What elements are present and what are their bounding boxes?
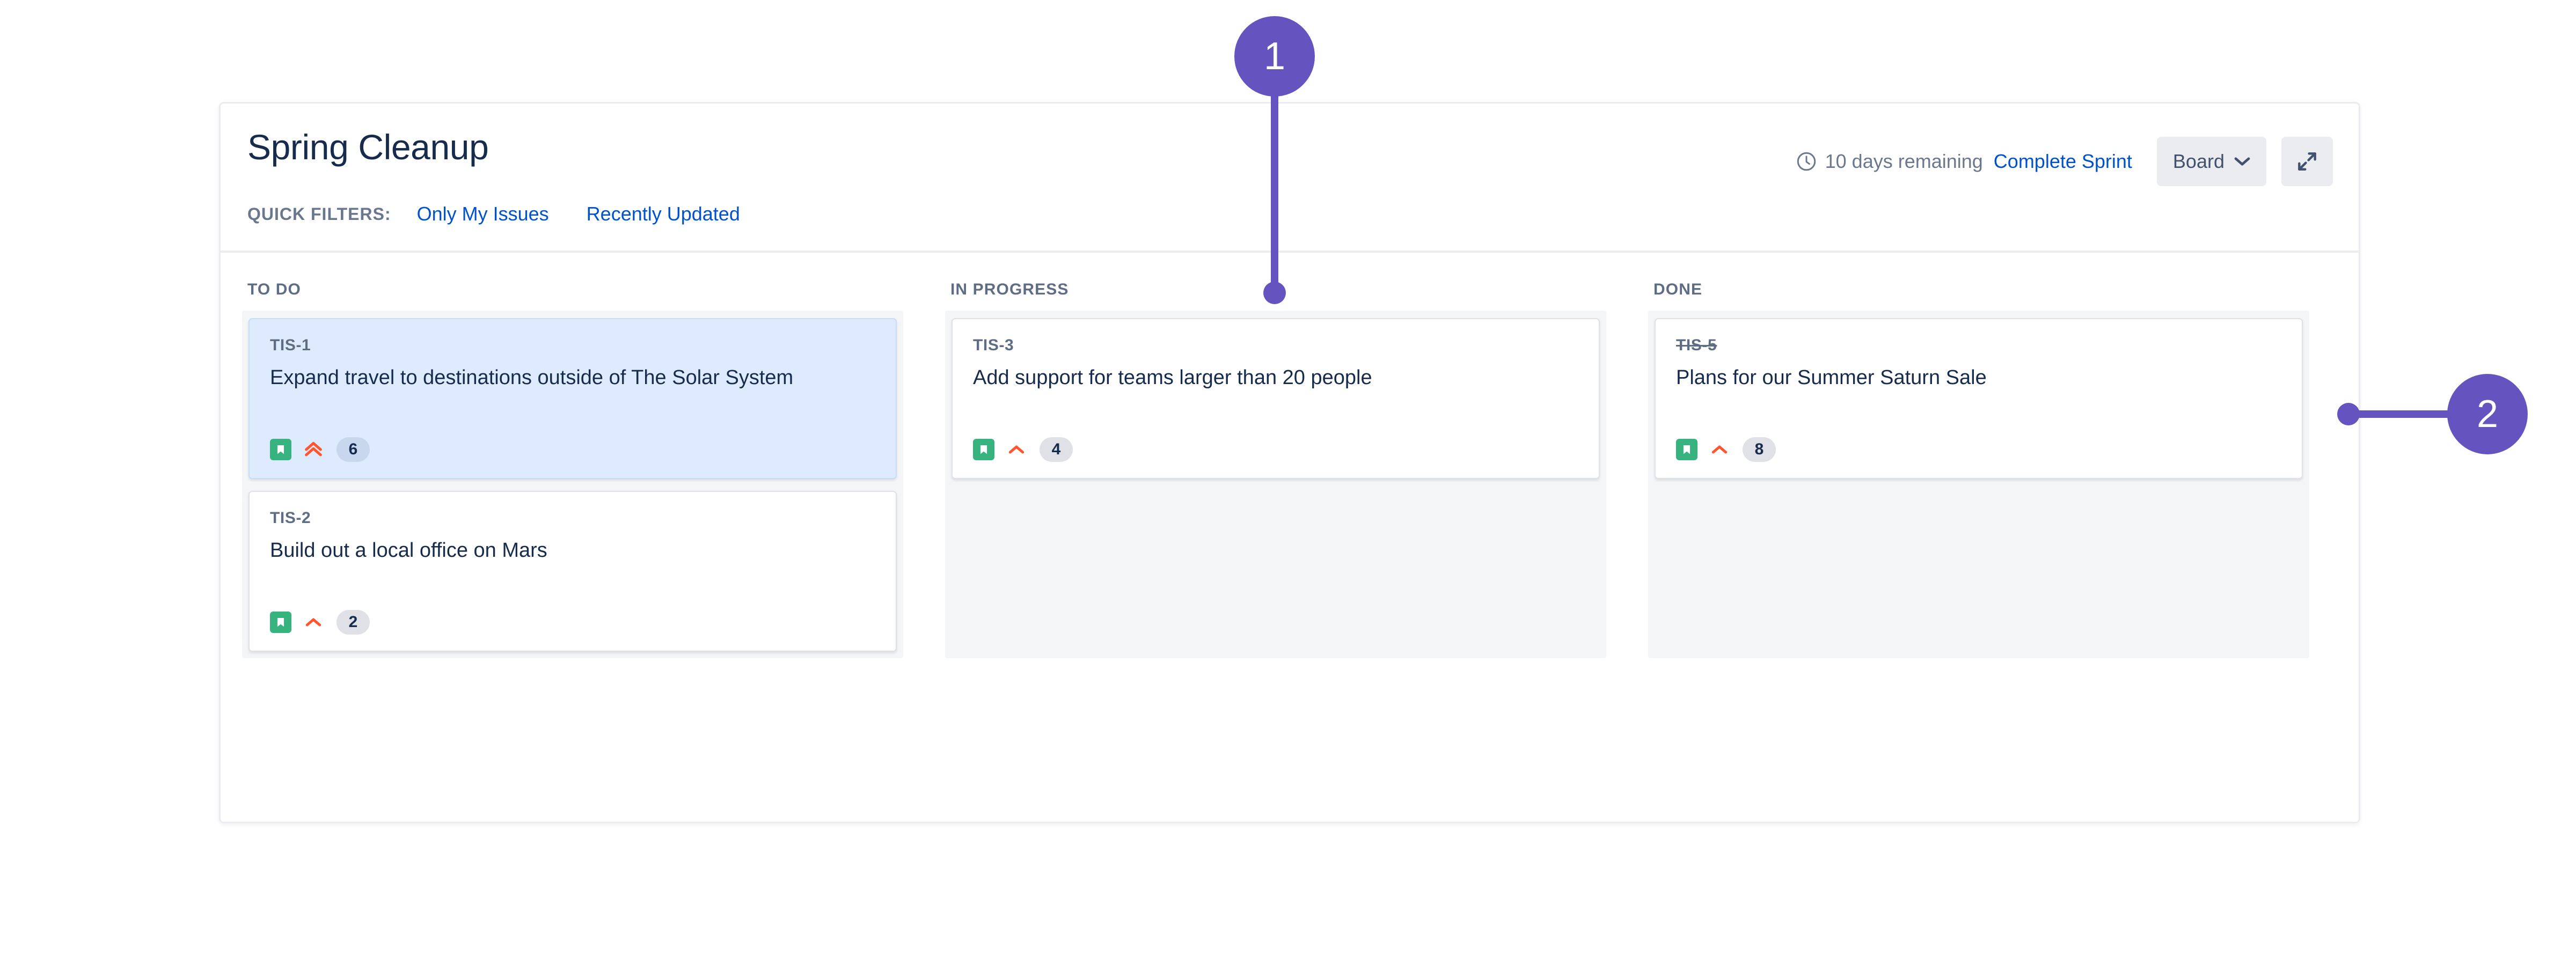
story-points-badge: 6 xyxy=(336,437,370,462)
story-points-badge: 8 xyxy=(1743,437,1776,462)
issue-card-tis-3[interactable]: TIS-3 Add support for teams larger than … xyxy=(952,318,1600,479)
priority-high-icon xyxy=(1005,438,1028,461)
board-column-todo: TO DO TIS-1 Expand travel to destination… xyxy=(221,253,924,820)
issue-card-footer: 4 xyxy=(973,437,1073,462)
annotation-marker-1: 1 xyxy=(1234,16,1315,97)
column-header-done: DONE xyxy=(1653,281,1703,298)
issue-card-footer: 6 xyxy=(270,437,370,462)
story-points-badge: 4 xyxy=(1040,437,1073,462)
screenshot-root: Spring Cleanup QUICK FILTERS: Only My Is… xyxy=(0,0,2576,972)
annotation-2-anchor-dot xyxy=(2337,403,2360,425)
sprint-status: 10 days remaining xyxy=(1795,150,1983,173)
story-type-icon xyxy=(1676,439,1697,460)
column-body-todo[interactable]: TIS-1 Expand travel to destinations outs… xyxy=(242,311,903,658)
annotation-2-leader-line xyxy=(2348,410,2455,418)
expand-icon xyxy=(2295,150,2319,173)
annotation-marker-1-label: 1 xyxy=(1263,35,1286,78)
quick-filter-recently-updated[interactable]: Recently Updated xyxy=(587,203,740,225)
board-column-in-progress: IN PROGRESS TIS-3 Add support for teams … xyxy=(924,253,1627,820)
clock-icon xyxy=(1795,150,1818,173)
issue-card-footer: 2 xyxy=(270,610,370,635)
quick-filters-label: QUICK FILTERS: xyxy=(247,204,391,224)
issue-card-tis-5[interactable]: TIS-5 Plans for our Summer Saturn Sale 8 xyxy=(1655,318,2303,479)
issue-key: TIS-2 xyxy=(270,509,311,527)
board-column-done: DONE TIS-5 Plans for our Summer Saturn S… xyxy=(1627,253,2330,820)
issue-summary: Build out a local office on Mars xyxy=(270,539,547,562)
expand-board-button[interactable] xyxy=(2281,137,2333,186)
story-points-badge: 2 xyxy=(336,610,370,635)
board-header-actions: 10 days remaining Complete Sprint Board xyxy=(1795,137,2333,186)
issue-card-footer: 8 xyxy=(1676,437,1776,462)
column-header-todo: TO DO xyxy=(247,281,301,298)
issue-card-tis-1[interactable]: TIS-1 Expand travel to destinations outs… xyxy=(248,318,897,479)
complete-sprint-link[interactable]: Complete Sprint xyxy=(1994,150,2132,173)
column-body-done[interactable]: TIS-5 Plans for our Summer Saturn Sale 8 xyxy=(1648,311,2309,658)
story-type-icon xyxy=(973,439,994,460)
page-title: Spring Cleanup xyxy=(247,127,489,167)
annotation-marker-2: 2 xyxy=(2447,374,2528,454)
quick-filter-only-my-issues[interactable]: Only My Issues xyxy=(417,203,549,225)
issue-card-tis-2[interactable]: TIS-2 Build out a local office on Mars 2 xyxy=(248,491,897,652)
quick-filters: QUICK FILTERS: Only My Issues Recently U… xyxy=(247,203,740,225)
board-panel: Spring Cleanup QUICK FILTERS: Only My Is… xyxy=(219,102,2360,823)
board-view-dropdown-label: Board xyxy=(2172,150,2224,172)
chevron-down-icon xyxy=(2234,157,2250,166)
board-header: Spring Cleanup QUICK FILTERS: Only My Is… xyxy=(221,104,2359,253)
issue-summary: Plans for our Summer Saturn Sale xyxy=(1676,366,1987,389)
issue-summary: Expand travel to destinations outside of… xyxy=(270,366,794,389)
annotation-marker-2-label: 2 xyxy=(2476,393,2499,436)
priority-highest-icon xyxy=(302,438,325,461)
board-columns: TO DO TIS-1 Expand travel to destination… xyxy=(221,253,2359,820)
annotation-1-anchor-dot xyxy=(1263,282,1286,304)
board-view-dropdown[interactable]: Board xyxy=(2156,137,2266,186)
priority-high-icon xyxy=(302,611,325,634)
issue-key: TIS-5 xyxy=(1676,336,1717,354)
priority-high-icon xyxy=(1708,438,1731,461)
story-type-icon xyxy=(270,612,291,633)
issue-summary: Add support for teams larger than 20 peo… xyxy=(973,366,1372,389)
annotation-1-leader-line xyxy=(1271,64,1278,295)
story-type-icon xyxy=(270,439,291,460)
sprint-days-remaining: 10 days remaining xyxy=(1825,150,1983,172)
issue-key: TIS-1 xyxy=(270,336,311,354)
issue-key: TIS-3 xyxy=(973,336,1014,354)
column-body-in-progress[interactable]: TIS-3 Add support for teams larger than … xyxy=(945,311,1606,658)
